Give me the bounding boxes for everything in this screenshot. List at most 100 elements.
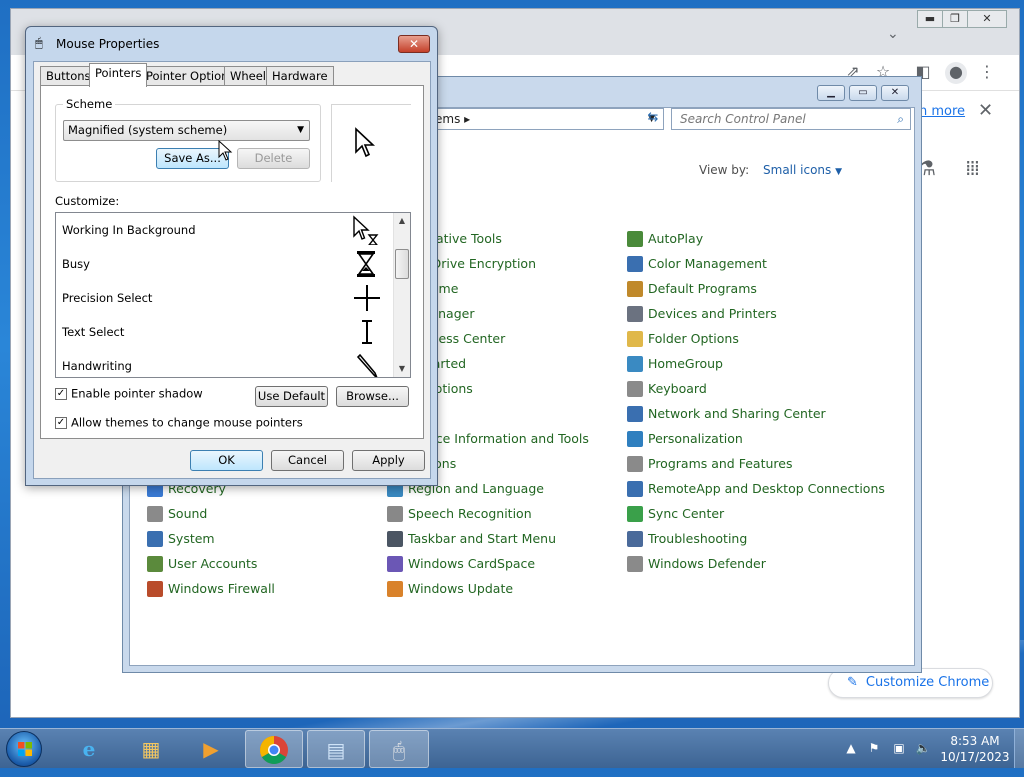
use-default-button[interactable]: Use Default	[255, 386, 328, 407]
close-icon[interactable]: ✕	[978, 100, 993, 121]
chrome-minimize-button[interactable]: ▬	[917, 10, 943, 28]
list-item[interactable]: Busy	[56, 247, 394, 281]
chrome-restore-button[interactable]: ❐	[942, 10, 968, 28]
control-panel-item-label: Speech Recognition	[408, 506, 532, 521]
show-desktop-button[interactable]	[1014, 729, 1024, 768]
learn-more-link[interactable]: n more	[919, 104, 965, 119]
cursor-list[interactable]: Working In Background Busy Precision Sel…	[55, 212, 411, 378]
control-panel-item-label: Sound	[168, 506, 208, 521]
view-by-value[interactable]: Small icons	[763, 163, 831, 177]
control-panel-item-label: Programs and Features	[648, 456, 793, 471]
cursor-name: Text Select	[62, 325, 125, 339]
tab-hardware[interactable]: Hardware	[266, 66, 334, 86]
cancel-button[interactable]: Cancel	[271, 450, 344, 471]
control-panel-item[interactable]: Windows Update	[387, 580, 513, 597]
control-panel-item[interactable]: AutoPlay	[627, 230, 703, 247]
crosshair-icon	[354, 285, 380, 311]
file-explorer-icon[interactable]: ▦	[122, 730, 180, 768]
search-icon[interactable]: ⌕	[897, 109, 904, 129]
control-panel-item[interactable]: Speech Recognition	[387, 505, 532, 522]
list-item[interactable]: Working In Background	[56, 213, 394, 247]
control-panel-item-label: Windows Firewall	[168, 581, 275, 596]
control-panel-item[interactable]: Windows CardSpace	[387, 555, 535, 572]
profile-avatar-icon[interactable]: ●	[945, 62, 967, 84]
scheme-dropdown[interactable]: Magnified (system scheme) ▼	[63, 120, 310, 141]
cursor-name: Working In Background	[62, 223, 196, 237]
network-icon[interactable]: ▣	[891, 741, 907, 757]
delete-button[interactable]: Delete	[237, 148, 310, 169]
cp-maximize-button[interactable]: ▭	[849, 85, 877, 101]
pencil-icon: ✎	[847, 675, 858, 690]
allow-themes-checkbox[interactable]: ✓ Allow themes to change mouse pointers	[55, 415, 303, 430]
control-panel-item-label: Windows CardSpace	[408, 556, 536, 571]
control-panel-item[interactable]: Sync Center	[627, 505, 724, 522]
search-input[interactable]: Search Control Panel ⌕	[671, 108, 911, 130]
control-panel-item-icon	[387, 530, 403, 547]
control-panel-item-icon	[387, 505, 403, 522]
system-clock[interactable]: 8:53 AM 10/17/2023	[940, 733, 1010, 765]
control-panel-item-label: Devices and Printers	[648, 306, 777, 321]
control-panel-item[interactable]: Personalization	[627, 430, 743, 447]
dialog-close-button[interactable]: ✕	[398, 35, 430, 53]
chrome-menu-icon[interactable]: ⋮	[977, 62, 997, 82]
scroll-down-icon[interactable]: ▼	[394, 361, 410, 377]
refresh-icon[interactable]: ⇆	[642, 110, 664, 130]
control-panel-item-icon	[627, 505, 643, 522]
control-panel-taskbar-icon[interactable]: ▤	[307, 730, 365, 768]
cursor-name: Busy	[62, 257, 90, 271]
scroll-thumb[interactable]	[395, 249, 409, 279]
chrome-close-button[interactable]: ✕	[967, 10, 1007, 28]
cp-close-button[interactable]: ✕	[881, 85, 909, 101]
control-panel-item[interactable]: User Accounts	[147, 555, 257, 572]
control-panel-item-label: Default Programs	[648, 281, 757, 296]
arrow-hourglass-icon	[353, 215, 379, 245]
scroll-up-icon[interactable]: ▲	[394, 213, 410, 229]
control-panel-item[interactable]: Taskbar and Start Menu	[387, 530, 556, 547]
list-item[interactable]: Precision Select	[56, 281, 394, 315]
control-panel-item[interactable]: Sound	[147, 505, 207, 522]
cp-minimize-button[interactable]: ▁	[817, 85, 845, 101]
tab-wheel[interactable]: Wheel	[224, 66, 273, 86]
control-panel-item[interactable]: Folder Options	[627, 330, 739, 347]
view-by-control[interactable]: View by: Small icons ▼	[699, 163, 842, 177]
control-panel-item[interactable]: Troubleshooting	[627, 530, 747, 547]
control-panel-item[interactable]: Default Programs	[627, 280, 757, 297]
show-hidden-icons-icon[interactable]: ▲	[843, 741, 859, 757]
start-button[interactable]	[6, 731, 42, 767]
control-panel-item[interactable]: Devices and Printers	[627, 305, 777, 322]
control-panel-item[interactable]: Color Management	[627, 255, 767, 272]
view-by-chevron-down-icon[interactable]: ▼	[835, 167, 842, 177]
volume-icon[interactable]: 🔈	[915, 741, 931, 757]
apply-button[interactable]: Apply	[352, 450, 425, 471]
control-panel-item[interactable]: RemoteApp and Desktop Connections	[627, 480, 885, 497]
control-panel-item[interactable]: HomeGroup	[627, 355, 723, 372]
control-panel-item[interactable]: Programs and Features	[627, 455, 792, 472]
list-item[interactable]: Text Select	[56, 315, 394, 349]
ok-button[interactable]: OK	[190, 450, 263, 471]
control-panel-item[interactable]: Windows Defender	[627, 555, 766, 572]
scheme-group	[55, 104, 321, 182]
allow-themes-label: Allow themes to change mouse pointers	[71, 415, 303, 430]
media-player-icon[interactable]: ▶	[182, 730, 240, 768]
cursor-list-scrollbar[interactable]: ▲ ▼	[393, 213, 410, 377]
tab-pointers[interactable]: Pointers	[89, 63, 148, 87]
action-center-flag-icon[interactable]: ⚑	[866, 741, 882, 757]
control-panel-item-icon	[387, 555, 403, 572]
dialog-body: Buttons Pointers Pointer Options Wheel H…	[33, 61, 431, 479]
control-panel-item[interactable]: System	[147, 530, 215, 547]
control-panel-item[interactable]: Network and Sharing Center	[627, 405, 826, 422]
chrome-taskbar-icon[interactable]	[245, 730, 303, 768]
list-item[interactable]: Handwriting	[56, 349, 394, 377]
control-panel-item-icon	[627, 255, 643, 272]
enable-shadow-checkbox[interactable]: ✓ Enable pointer shadow	[55, 386, 203, 401]
apps-grid-icon[interactable]: ⁞⁞⁞	[965, 156, 980, 180]
control-panel-item-icon	[627, 380, 643, 397]
control-panel-item[interactable]: Keyboard	[627, 380, 707, 397]
control-panel-item-icon	[627, 230, 643, 247]
internet-explorer-icon[interactable]: e	[60, 730, 118, 768]
control-panel-item[interactable]: Windows Firewall	[147, 580, 275, 597]
address-breadcrumb: ems	[435, 112, 461, 126]
tab-search-chevron-down-icon[interactable]: ⌄	[887, 26, 899, 42]
browse-button[interactable]: Browse...	[336, 386, 409, 407]
mouse-properties-taskbar-icon[interactable]: 🖱	[369, 730, 429, 768]
